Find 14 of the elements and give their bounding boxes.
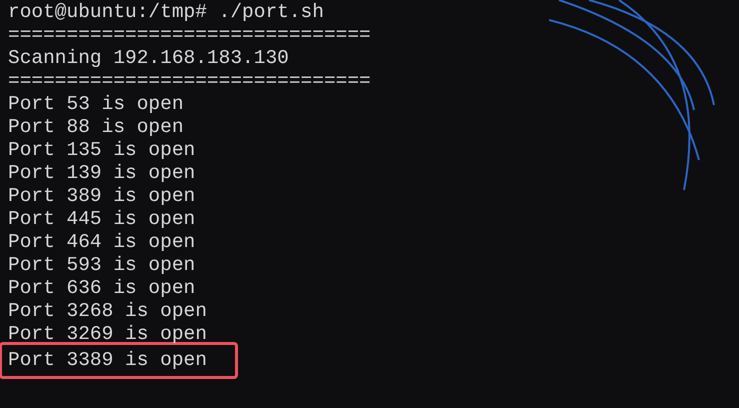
terminal-line: =============================== xyxy=(7,24,371,47)
terminal-line: Port 464 is open xyxy=(7,231,196,254)
terminal-line: Port 3268 is open xyxy=(7,300,207,323)
terminal-line: Port 636 is open xyxy=(7,277,196,300)
terminal-line: Port 135 is open xyxy=(7,139,196,162)
terminal-line: Port 593 is open xyxy=(7,254,196,277)
terminal-line: Port 139 is open xyxy=(7,162,196,185)
terminal-line: Port 53 is open xyxy=(7,93,184,116)
terminal-line: Port 445 is open xyxy=(7,208,196,231)
terminal-line: Port 88 is open xyxy=(7,116,184,139)
terminal-line: Scanning 192.168.183.130 xyxy=(7,47,289,70)
terminal-line: =============================== xyxy=(7,70,371,93)
terminal-line: Port 389 is open xyxy=(7,185,196,208)
terminal-line: root@ubuntu:/tmp# ./port.sh xyxy=(7,1,324,24)
